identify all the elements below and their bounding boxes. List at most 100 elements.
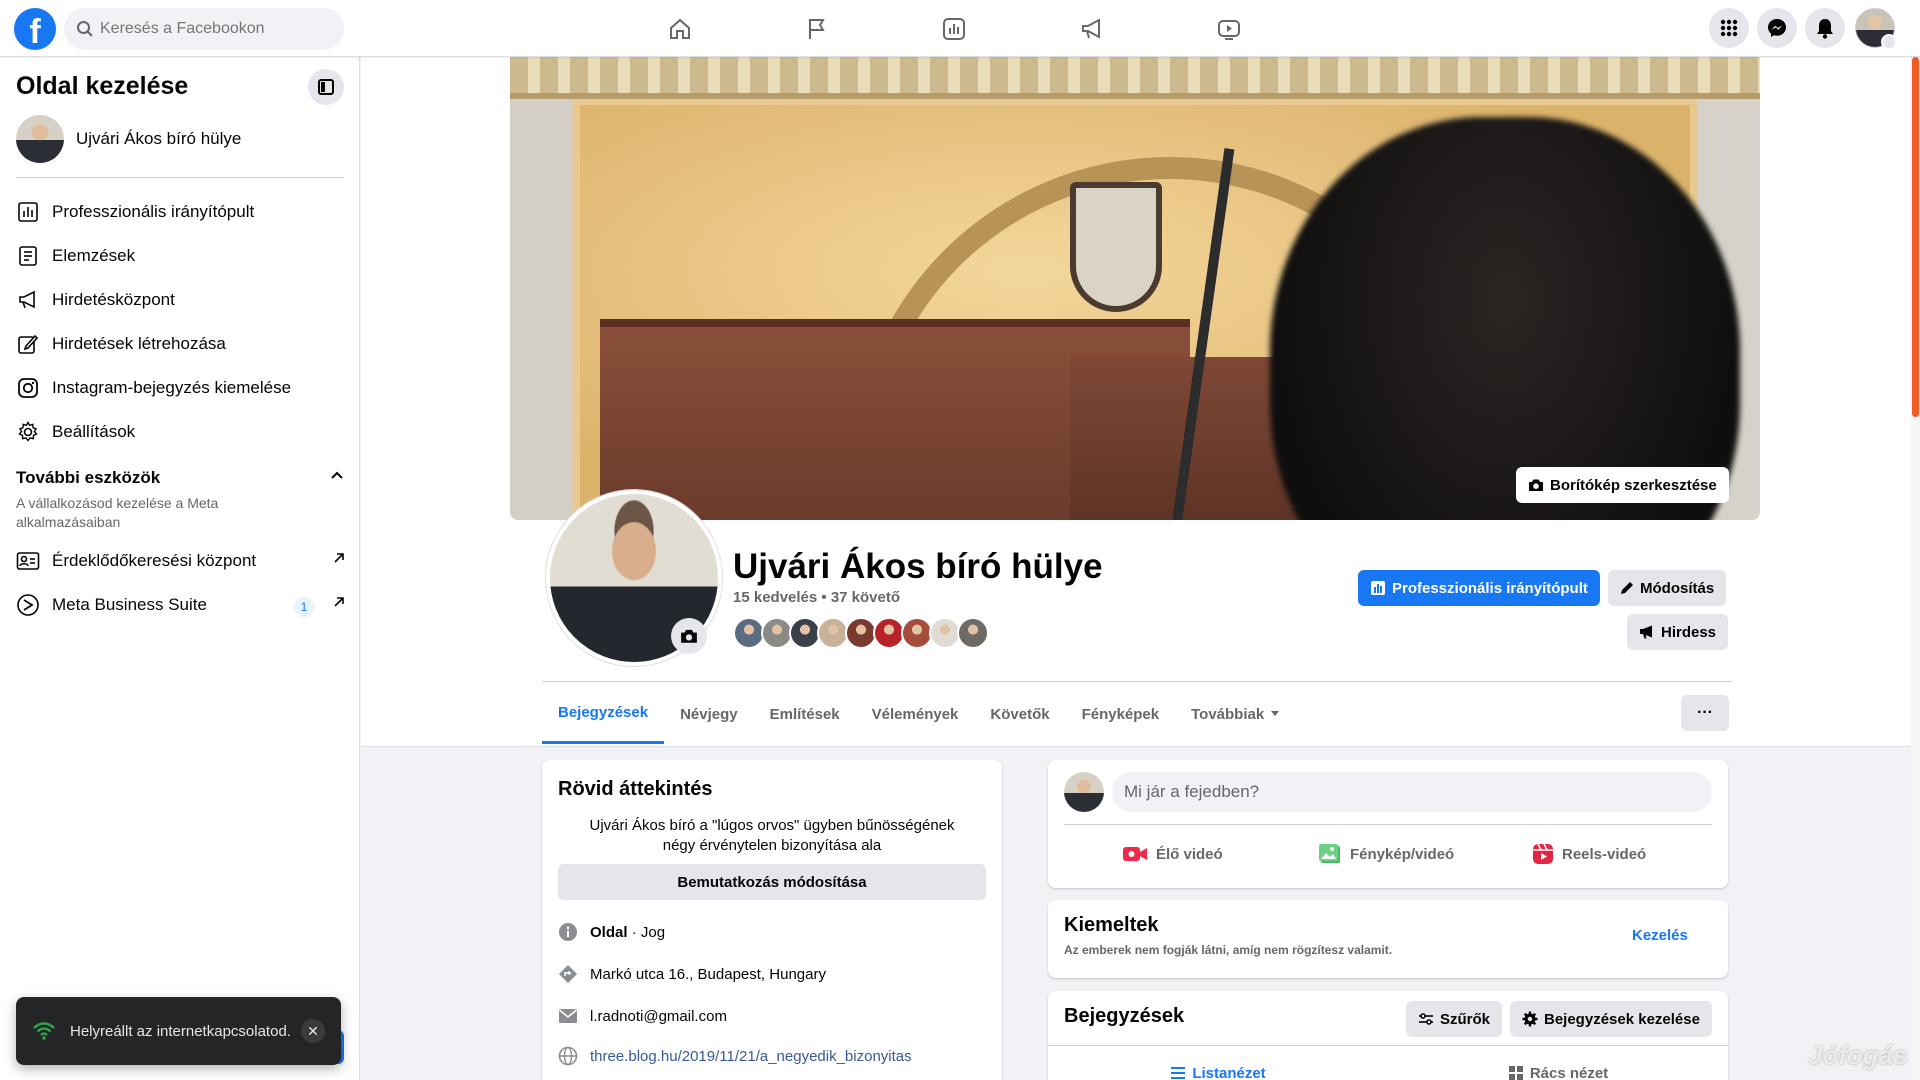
live-video-button[interactable]: Élő videó bbox=[1122, 834, 1223, 874]
search-box[interactable] bbox=[64, 8, 344, 50]
manage-posts-button[interactable]: Bejegyzések kezelése bbox=[1510, 1001, 1712, 1037]
professional-dashboard-button[interactable]: Professzionális irányítópult bbox=[1358, 570, 1600, 606]
tab-about[interactable]: Névjegy bbox=[664, 684, 754, 744]
manage-posts-label: Bejegyzések kezelése bbox=[1544, 1010, 1700, 1028]
list-icon bbox=[1170, 1066, 1186, 1080]
scrollbar-thumb[interactable] bbox=[1912, 57, 1919, 417]
photo-video-button[interactable]: Fénykép/videó bbox=[1318, 834, 1454, 874]
menu-button[interactable] bbox=[1709, 8, 1749, 48]
filters-button[interactable]: Szűrők bbox=[1406, 1001, 1503, 1037]
gear-icon bbox=[1522, 1011, 1544, 1027]
photo-video-label: Fénykép/videó bbox=[1350, 845, 1455, 863]
account-avatar[interactable] bbox=[1855, 8, 1897, 50]
top-navigation: f bbox=[0, 0, 1920, 57]
megaphone-icon bbox=[1639, 625, 1661, 639]
page-scrollbar[interactable] bbox=[1911, 57, 1920, 1080]
sidebar-item-instagram-boost[interactable]: Instagram-bejegyzés kiemelése bbox=[16, 368, 346, 408]
sidebar-page-link[interactable]: Ujvári Ákos bíró hülye bbox=[16, 115, 241, 163]
megaphone-icon bbox=[16, 288, 40, 312]
messenger-icon bbox=[1766, 17, 1788, 39]
composer-avatar bbox=[1064, 772, 1104, 812]
globe-icon bbox=[558, 1046, 578, 1066]
nav-ads[interactable] bbox=[1036, 10, 1148, 48]
close-icon[interactable]: ✕ bbox=[301, 1019, 325, 1043]
promote-button[interactable]: Hirdess bbox=[1627, 614, 1729, 650]
update-profile-picture-button[interactable] bbox=[671, 618, 707, 654]
insights-icon bbox=[941, 16, 967, 42]
notifications-button[interactable] bbox=[1805, 8, 1845, 48]
tab-posts[interactable]: Bejegyzések bbox=[542, 684, 665, 744]
nav-video[interactable] bbox=[1173, 10, 1285, 48]
cover-photo[interactable]: Borítókép szerkesztése bbox=[510, 57, 1760, 520]
divider bbox=[542, 681, 1732, 682]
divider bbox=[1064, 824, 1712, 825]
dashboard-icon bbox=[1370, 580, 1392, 596]
follower-avatar[interactable] bbox=[957, 617, 989, 649]
reels-button[interactable]: Reels-videó bbox=[1532, 834, 1646, 874]
tab-followers[interactable]: Követők bbox=[974, 684, 1065, 744]
edit-page-button[interactable]: Módosítás bbox=[1608, 570, 1727, 606]
list-view-tab[interactable]: Listanézet bbox=[1048, 1051, 1388, 1080]
sidebar-item-insights[interactable]: Elemzések bbox=[16, 236, 346, 276]
sidebar-item-label: Instagram-bejegyzés kiemelése bbox=[52, 378, 292, 397]
reels-label: Reels-videó bbox=[1562, 845, 1647, 863]
camera-icon bbox=[1528, 478, 1550, 492]
live-video-icon bbox=[1122, 844, 1148, 864]
intro-card: Rövid áttekintés Ujvári Ákos bíró a "lúg… bbox=[542, 760, 1002, 1080]
info-address: Markó utca 16., Budapest, Hungary bbox=[558, 964, 826, 984]
cover-frieze bbox=[510, 57, 1760, 99]
sidebar-item-settings[interactable]: Beállítások bbox=[16, 412, 346, 452]
sidebar-item-dashboard[interactable]: Professzionális irányítópult bbox=[16, 192, 346, 232]
tab-label: Követők bbox=[990, 705, 1050, 723]
website-link[interactable]: three.blog.hu/2019/11/21/a_negyedik_bizo… bbox=[590, 1048, 912, 1065]
featured-manage-link[interactable]: Kezelés bbox=[1632, 927, 1688, 944]
nav-home[interactable] bbox=[624, 10, 736, 48]
filters-label: Szűrők bbox=[1440, 1010, 1491, 1028]
camera-icon bbox=[680, 628, 698, 644]
info-website: three.blog.hu/2019/11/21/a_negyedik_bizo… bbox=[558, 1046, 912, 1066]
external-link-icon bbox=[332, 595, 346, 609]
composer-input[interactable]: Mi jár a fejedben? bbox=[1112, 772, 1712, 812]
chevron-down-icon bbox=[1881, 34, 1897, 50]
email-value[interactable]: l.radnoti@gmail.com bbox=[590, 1008, 727, 1025]
promote-button-label: Hirdess bbox=[1661, 623, 1717, 641]
connection-toast: Helyreállt az internetkapcsolatod. ✕ bbox=[16, 997, 341, 1065]
sidebar-item-create-ads[interactable]: Hirdetések létrehozása bbox=[16, 324, 346, 364]
chevron-up-icon[interactable] bbox=[330, 470, 344, 480]
more-options-button[interactable]: ··· bbox=[1681, 695, 1729, 731]
video-icon bbox=[1216, 16, 1242, 42]
grid-view-tab[interactable]: Rács nézet bbox=[1388, 1051, 1728, 1080]
more-tools-title: További eszközök bbox=[16, 468, 161, 487]
tab-mentions[interactable]: Említések bbox=[754, 684, 856, 744]
nav-pages[interactable] bbox=[761, 10, 873, 48]
follower-avatars[interactable] bbox=[733, 617, 989, 649]
facebook-logo[interactable]: f bbox=[14, 8, 56, 50]
posts-title: Bejegyzések bbox=[1064, 1005, 1185, 1027]
edit-intro-button[interactable]: Bemutatkozás módosítása bbox=[558, 864, 986, 900]
tab-photos[interactable]: Fényképek bbox=[1066, 684, 1176, 744]
edit-cover-button[interactable]: Borítókép szerkesztése bbox=[1516, 467, 1729, 503]
notification-badge: 1 bbox=[294, 597, 314, 617]
tab-reviews[interactable]: Vélemények bbox=[856, 684, 975, 744]
sidebar-title: Oldal kezelése bbox=[16, 72, 189, 100]
collapse-sidebar-button[interactable] bbox=[308, 69, 344, 105]
nav-insights[interactable] bbox=[898, 10, 1010, 48]
meta-icon bbox=[16, 593, 40, 617]
search-icon bbox=[76, 20, 94, 38]
grid-view-label: Rács nézet bbox=[1529, 1064, 1609, 1080]
intro-title: Rövid áttekintés bbox=[558, 778, 713, 800]
tab-label: Vélemények bbox=[871, 705, 959, 723]
page-title: Ujvári Ákos bíró hülye bbox=[733, 547, 1103, 586]
search-input[interactable] bbox=[100, 8, 336, 50]
messenger-button[interactable] bbox=[1757, 8, 1797, 48]
reels-icon bbox=[1532, 843, 1554, 865]
page-stats[interactable]: 15 kedvelés • 37 követő bbox=[733, 589, 900, 606]
tab-more[interactable]: Továbbiak bbox=[1175, 684, 1296, 744]
sidebar-item-leads-center[interactable]: Érdeklődőkeresési központ bbox=[16, 541, 346, 581]
pencil-icon bbox=[1620, 581, 1640, 595]
sidebar-item-meta-business-suite[interactable]: Meta Business Suite 1 bbox=[16, 585, 346, 625]
sidebar-item-ad-center[interactable]: Hirdetésközpont bbox=[16, 280, 346, 320]
more-tools-section[interactable]: További eszközök A vállalkozásod kezelés… bbox=[16, 468, 344, 532]
sidebar-page-name: Ujvári Ákos bíró hülye bbox=[76, 129, 242, 148]
flag-icon bbox=[804, 16, 830, 42]
